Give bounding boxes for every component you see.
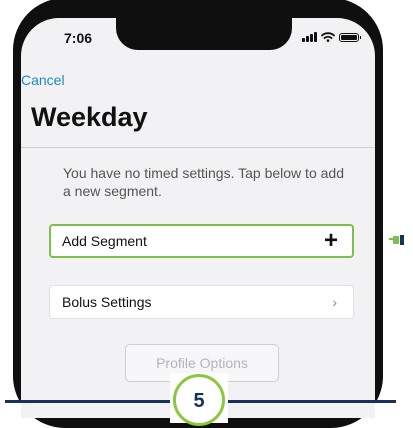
step-number-badge: 5	[173, 374, 225, 426]
bolus-settings-label: Bolus Settings	[62, 294, 152, 310]
header-divider	[21, 147, 375, 148]
signal-icon	[302, 32, 317, 42]
add-segment-button[interactable]: Add Segment +	[49, 224, 354, 258]
bolus-settings-row[interactable]: Bolus Settings ›	[49, 285, 354, 319]
wifi-icon	[321, 32, 335, 42]
battery-icon	[339, 33, 361, 42]
status-icons	[302, 32, 361, 42]
add-segment-label: Add Segment	[62, 233, 147, 249]
pointing-hand-icon	[389, 235, 404, 245]
status-time: 7:06	[64, 30, 93, 46]
chevron-right-icon: ›	[332, 294, 337, 310]
info-text: You have no timed settings. Tap below to…	[63, 165, 344, 199]
plus-icon: +	[323, 227, 338, 254]
page-title: Weekday	[31, 102, 148, 132]
phone-notch	[116, 18, 292, 50]
cancel-link[interactable]: Cancel	[21, 72, 65, 88]
